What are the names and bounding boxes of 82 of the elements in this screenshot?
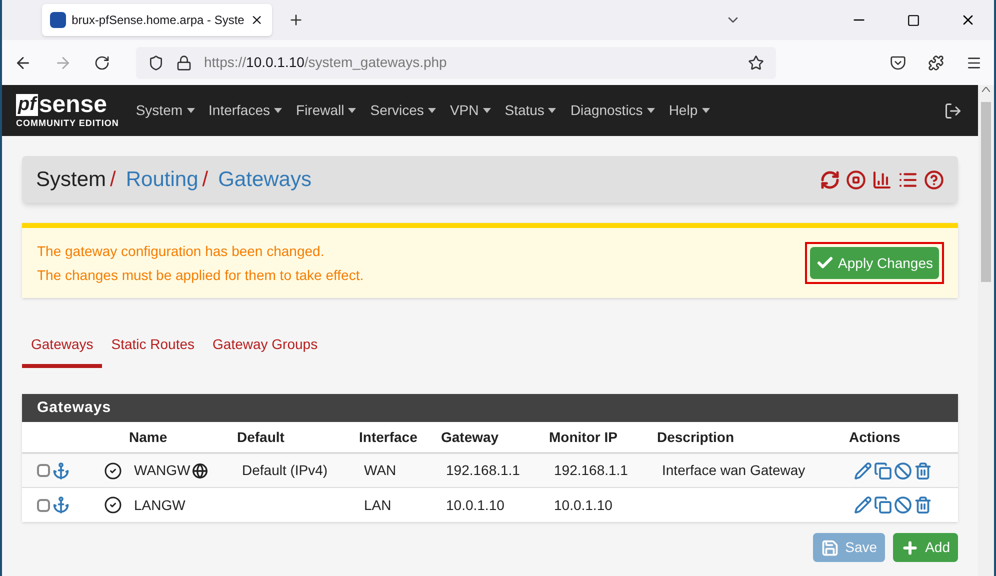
close-icon[interactable] xyxy=(250,13,264,27)
column-header: Gateway xyxy=(441,428,499,444)
star-icon[interactable] xyxy=(748,54,764,70)
caret-icon xyxy=(548,108,556,113)
column-header: Actions xyxy=(849,428,900,444)
row-checkbox[interactable] xyxy=(37,464,50,477)
table-cell: 192.168.1.1 xyxy=(554,462,628,478)
caret-icon xyxy=(186,108,195,113)
disable-icon[interactable] xyxy=(894,462,912,480)
copy-icon[interactable] xyxy=(874,496,892,514)
name-cell: WANGW xyxy=(134,460,208,481)
save-icon xyxy=(821,538,840,556)
column-header: Interface xyxy=(359,428,418,444)
name-cell-text: LANGW xyxy=(134,496,186,514)
nav-menu-item[interactable]: Help xyxy=(662,100,717,121)
tab[interactable]: Gateways xyxy=(22,324,102,368)
alert-text: The gateway configuration has been changed. xyxy=(37,242,326,261)
table-cell: Interface wan Gateway xyxy=(662,462,806,478)
plus-icon xyxy=(901,538,920,556)
edit-icon[interactable] xyxy=(854,462,872,480)
table-cell: LAN xyxy=(364,496,392,512)
shield-icon xyxy=(148,54,164,70)
tab[interactable]: Static Routes xyxy=(102,324,204,368)
tab[interactable]: Gateway Groups xyxy=(204,324,327,368)
restart-icon[interactable] xyxy=(820,170,840,190)
anchor-icon[interactable] xyxy=(52,496,70,514)
scrollbar[interactable] xyxy=(978,85,994,576)
delete-icon[interactable] xyxy=(914,496,932,514)
browser-tab[interactable]: brux-pfSense.home.arpa - Syste xyxy=(42,4,272,36)
nav-menu-item[interactable]: Interfaces xyxy=(202,100,290,121)
breadcrumb-text: System xyxy=(36,166,106,193)
nav-menu-item[interactable]: Status xyxy=(498,100,564,121)
nav-menu-item[interactable]: Diagnostics xyxy=(563,100,662,121)
address-bar[interactable]: https://10.0.1.10/system_gateways.php xyxy=(136,46,776,78)
puzzle-icon[interactable] xyxy=(928,54,944,70)
caret-icon xyxy=(274,108,282,113)
maximize-icon[interactable] xyxy=(907,14,920,26)
table-cell: 10.0.1.10 xyxy=(446,496,504,512)
row-checkbox[interactable] xyxy=(37,498,50,512)
edit-icon[interactable] xyxy=(854,496,872,514)
table-cell: WAN xyxy=(364,462,396,478)
caret-icon xyxy=(702,108,710,113)
caret-icon xyxy=(482,108,491,113)
disable-icon[interactable] xyxy=(894,496,912,514)
scroll-up-icon[interactable] xyxy=(982,87,990,92)
alert-text: The changes must be applied for them to take effect. xyxy=(37,266,364,285)
nav-menu-item[interactable]: Firewall xyxy=(289,100,364,121)
caret-icon xyxy=(428,108,436,113)
logout-icon[interactable] xyxy=(944,102,962,120)
anchor-icon[interactable] xyxy=(52,462,70,480)
nav-menu-item[interactable]: System xyxy=(128,100,202,121)
column-header: Monitor IP xyxy=(549,428,618,444)
column-header: Name xyxy=(129,428,168,444)
panel-title: Gateways xyxy=(37,398,112,418)
nav-menu-item[interactable]: VPN xyxy=(442,100,498,121)
lock-icon xyxy=(176,54,192,70)
breadcrumb-separator: / xyxy=(202,166,208,193)
stop-icon[interactable] xyxy=(846,170,866,190)
chart-icon[interactable] xyxy=(872,170,892,190)
check-circle-icon xyxy=(104,462,122,480)
copy-icon[interactable] xyxy=(874,462,892,480)
table-cell: Default (IPv4) xyxy=(242,462,328,478)
delete-icon[interactable] xyxy=(914,462,932,480)
pocket-icon[interactable] xyxy=(890,54,906,70)
breadcrumb-separator: / xyxy=(110,166,116,193)
scrollbar-thumb[interactable] xyxy=(981,102,991,282)
caret-icon xyxy=(348,108,356,113)
column-header: Default xyxy=(237,428,284,444)
table-cell: 10.0.1.10 xyxy=(554,496,612,512)
reload-icon[interactable] xyxy=(94,54,110,70)
tab-title: brux-pfSense.home.arpa - Syste xyxy=(72,12,244,29)
column-header: Description xyxy=(657,428,734,444)
menu-icon[interactable] xyxy=(966,54,982,70)
globe-icon xyxy=(192,462,208,478)
new-tab-icon[interactable] xyxy=(288,12,304,28)
nav-menu-item[interactable]: Services xyxy=(363,100,443,121)
table-cell: 192.168.1.1 xyxy=(446,462,520,478)
help-icon[interactable] xyxy=(924,170,944,190)
check-circle-icon xyxy=(104,496,122,514)
caret-icon xyxy=(646,108,655,113)
url-text: https://10.0.1.10/system_gateways.php xyxy=(204,53,448,72)
pfsense-logo[interactable]: pfsense COMMUNITY EDITION xyxy=(16,94,119,128)
